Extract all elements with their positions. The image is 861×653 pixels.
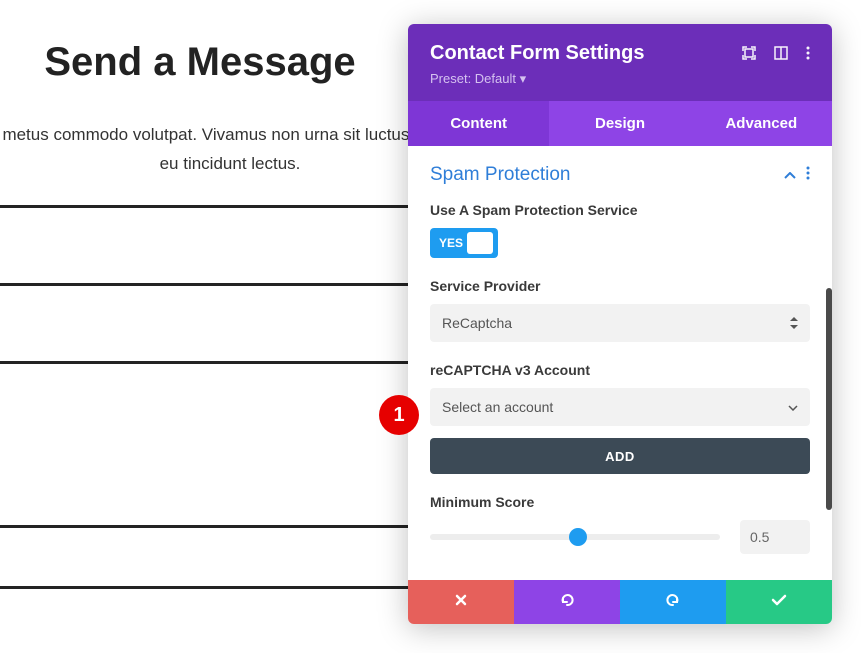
slider-thumb[interactable] xyxy=(569,528,587,546)
minimum-score-slider[interactable] xyxy=(430,534,720,540)
form-field-line[interactable] xyxy=(0,361,420,425)
minimum-score-label: Minimum Score xyxy=(430,494,810,510)
tab-design[interactable]: Design xyxy=(549,101,690,146)
use-spam-protection-label: Use A Spam Protection Service xyxy=(430,202,810,218)
form-field-line[interactable] xyxy=(0,205,420,269)
panel-footer xyxy=(408,580,832,624)
vertical-dots-icon[interactable] xyxy=(806,46,810,63)
expand-icon[interactable] xyxy=(742,46,756,63)
panel-header: Contact Form Settings Preset: Default ▾ xyxy=(408,24,832,101)
tab-content[interactable]: Content xyxy=(408,101,549,146)
toggle-yes-label: YES xyxy=(435,236,463,250)
check-icon xyxy=(771,593,787,611)
redo-icon xyxy=(665,592,681,613)
annotation-badge-1: 1 xyxy=(379,395,419,435)
redo-button[interactable] xyxy=(620,580,726,624)
confirm-button[interactable] xyxy=(726,580,832,624)
toggle-knob xyxy=(467,232,493,254)
snap-icon[interactable] xyxy=(774,46,788,63)
service-provider-select[interactable]: ReCaptcha xyxy=(430,304,810,342)
vertical-dots-icon[interactable] xyxy=(806,166,810,184)
cancel-button[interactable] xyxy=(408,580,514,624)
chevron-up-icon[interactable] xyxy=(784,167,796,183)
section-title-spam-protection[interactable]: Spam Protection xyxy=(430,164,570,186)
select-value: Select an account xyxy=(442,399,553,415)
page-title: Send a Message xyxy=(0,40,400,85)
close-icon xyxy=(454,593,468,612)
minimum-score-value[interactable]: 0.5 xyxy=(740,520,810,554)
tabs: Content Design Advanced xyxy=(408,101,832,146)
undo-button[interactable] xyxy=(514,580,620,624)
panel-body: Spam Protection Use A Spam Protection Se… xyxy=(408,146,832,580)
add-button[interactable]: ADD xyxy=(430,438,810,474)
service-provider-label: Service Provider xyxy=(430,278,810,294)
recaptcha-account-label: reCAPTCHA v3 Account xyxy=(430,362,810,378)
tab-advanced[interactable]: Advanced xyxy=(691,101,832,146)
recaptcha-account-select[interactable]: Select an account xyxy=(430,388,810,426)
preset-dropdown[interactable]: Preset: Default ▾ xyxy=(430,71,644,87)
form-field-line[interactable] xyxy=(0,283,420,347)
form-field-line[interactable] xyxy=(0,525,420,589)
updown-arrows-icon xyxy=(790,317,798,329)
scrollbar[interactable] xyxy=(826,288,832,510)
settings-panel: Contact Form Settings Preset: Default ▾ … xyxy=(408,24,832,624)
panel-title: Contact Form Settings xyxy=(430,42,644,65)
chevron-down-icon xyxy=(788,400,798,414)
spam-protection-toggle[interactable]: YES xyxy=(430,228,498,258)
select-value: ReCaptcha xyxy=(442,315,512,331)
undo-icon xyxy=(559,592,575,613)
page-body-text: metus commodo volutpat. Vivamus non urna… xyxy=(0,121,460,179)
